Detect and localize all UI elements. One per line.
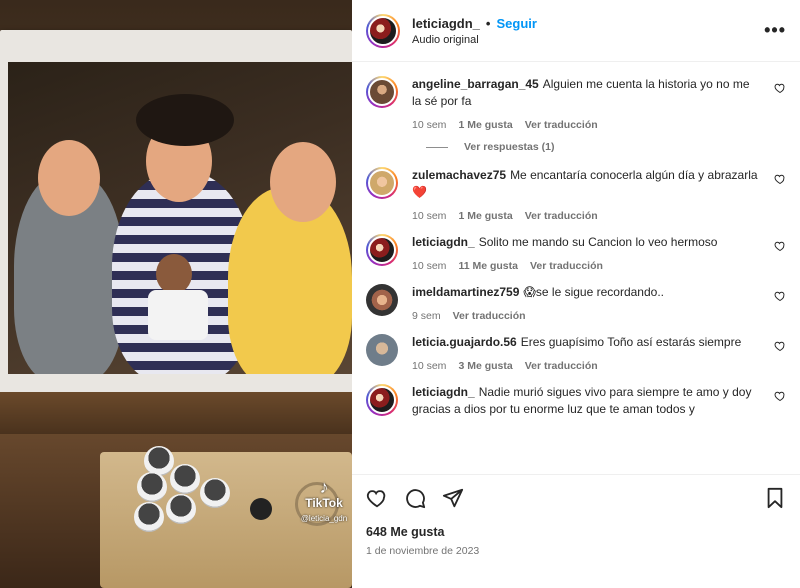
instagram-post-view: ♪ TikTok @leticia_gdn leticiagdn_ • Segu… (0, 0, 800, 588)
likes-count[interactable]: 648 Me gusta (366, 525, 786, 539)
heart-icon[interactable] (774, 173, 786, 185)
comment-text: 😱se le sigue recordando.. (523, 285, 664, 299)
commenter-avatar[interactable] (366, 284, 398, 316)
bookmark-icon[interactable] (764, 487, 786, 509)
comment-text: Solito me mando su Cancion lo veo hermos… (478, 235, 718, 249)
comment-username[interactable]: leticiagdn_ (412, 385, 475, 399)
comment-username[interactable]: zulemachavez75 (412, 168, 506, 182)
translate-link[interactable]: Ver traducción (525, 210, 598, 222)
comment-time: 10 sem (412, 210, 447, 222)
tiktok-label: TikTok (305, 496, 343, 510)
comment-time: 10 sem (412, 260, 447, 272)
comment-text: Eres guapísimo Toño así estarás siempre (520, 335, 742, 349)
post-date: 1 de noviembre de 2023 (366, 545, 480, 557)
tiktok-watermark: ♪ TikTok @leticia_gdn (300, 478, 348, 524)
cup (166, 494, 196, 524)
translate-link[interactable]: Ver traducción (453, 310, 526, 322)
replies-line (426, 146, 448, 148)
share-icon[interactable] (442, 487, 464, 509)
heart-icon[interactable] (774, 82, 786, 94)
translate-link[interactable]: Ver traducción (530, 260, 603, 272)
post-header: leticiagdn_ • Seguir Audio original ••• (352, 0, 800, 62)
comment-likes[interactable]: 3 Me gusta (458, 360, 512, 372)
commenter-avatar[interactable] (366, 384, 398, 416)
comment-item: leticiagdn_ Nadie murió sigues vivo para … (366, 384, 786, 418)
baby-face (156, 254, 192, 294)
view-replies-button[interactable]: Ver respuestas (1) (426, 141, 786, 153)
comment-username[interactable]: leticiagdn_ (412, 235, 475, 249)
face-right (270, 142, 336, 222)
comment-icon[interactable] (404, 487, 426, 509)
comment-likes[interactable]: 1 Me gusta (458, 210, 512, 222)
wooden-shelf (0, 392, 352, 434)
post-panel: leticiagdn_ • Seguir Audio original ••• … (352, 0, 800, 588)
comment-item: leticia.guajardo.56 Eres guapísimo Toño a… (366, 334, 786, 372)
like-heart-icon[interactable] (366, 487, 388, 509)
translate-link[interactable]: Ver traducción (525, 360, 598, 372)
author-username[interactable]: leticiagdn_ (412, 16, 480, 31)
comment-time: 10 sem (412, 119, 447, 131)
tiktok-handle: @leticia_gdn (300, 514, 348, 523)
commenter-avatar[interactable] (366, 167, 398, 199)
commenter-avatar[interactable] (366, 234, 398, 266)
heart-icon[interactable] (774, 340, 786, 352)
table-knob (250, 498, 272, 520)
comment-item: leticiagdn_ Solito me mando su Cancion lo… (366, 234, 786, 272)
more-horizontal-icon[interactable]: ••• (764, 20, 786, 41)
comment-username[interactable]: leticia.guajardo.56 (412, 335, 517, 349)
comment-time: 10 sem (412, 360, 447, 372)
comment-item: zulemachavez75 Me encantaría conocerla al… (366, 167, 786, 222)
replies-label: Ver respuestas (1) (464, 141, 555, 153)
heart-icon[interactable] (774, 390, 786, 402)
post-media[interactable]: ♪ TikTok @leticia_gdn (0, 0, 352, 588)
post-actions: 648 Me gusta 1 de noviembre de 2023 (352, 474, 800, 588)
cup (200, 478, 230, 508)
framed-photo (8, 62, 352, 374)
tiktok-icon: ♪ (319, 477, 329, 497)
author-avatar[interactable] (366, 13, 400, 48)
hair-center (136, 94, 234, 146)
commenter-avatar[interactable] (366, 76, 398, 108)
cup (137, 472, 167, 502)
commenter-avatar[interactable] (366, 334, 398, 366)
cup (134, 502, 164, 532)
comment-item: imeldamartinez759 😱se le sigue recordando… (366, 284, 786, 322)
separator-dot: • (485, 15, 491, 31)
comment-username[interactable]: angeline_barragan_45 (412, 77, 539, 91)
translate-link[interactable]: Ver traducción (525, 119, 598, 131)
audio-label[interactable]: Audio original (412, 34, 764, 46)
comment-item: angeline_barragan_45 Alguien me cuenta la… (366, 76, 786, 131)
heart-icon[interactable] (774, 240, 786, 252)
comment-time: 9 sem (412, 310, 441, 322)
comment-likes[interactable]: 1 Me gusta (458, 119, 512, 131)
comment-likes[interactable]: 11 Me gusta (458, 260, 518, 272)
cup (170, 464, 200, 494)
follow-button[interactable]: Seguir (496, 16, 536, 31)
comment-username[interactable]: imeldamartinez759 (412, 285, 519, 299)
face-left (38, 140, 100, 216)
heart-icon[interactable] (774, 290, 786, 302)
comments-list: angeline_barragan_45 Alguien me cuenta la… (352, 62, 800, 474)
baby-clothes (148, 290, 208, 340)
